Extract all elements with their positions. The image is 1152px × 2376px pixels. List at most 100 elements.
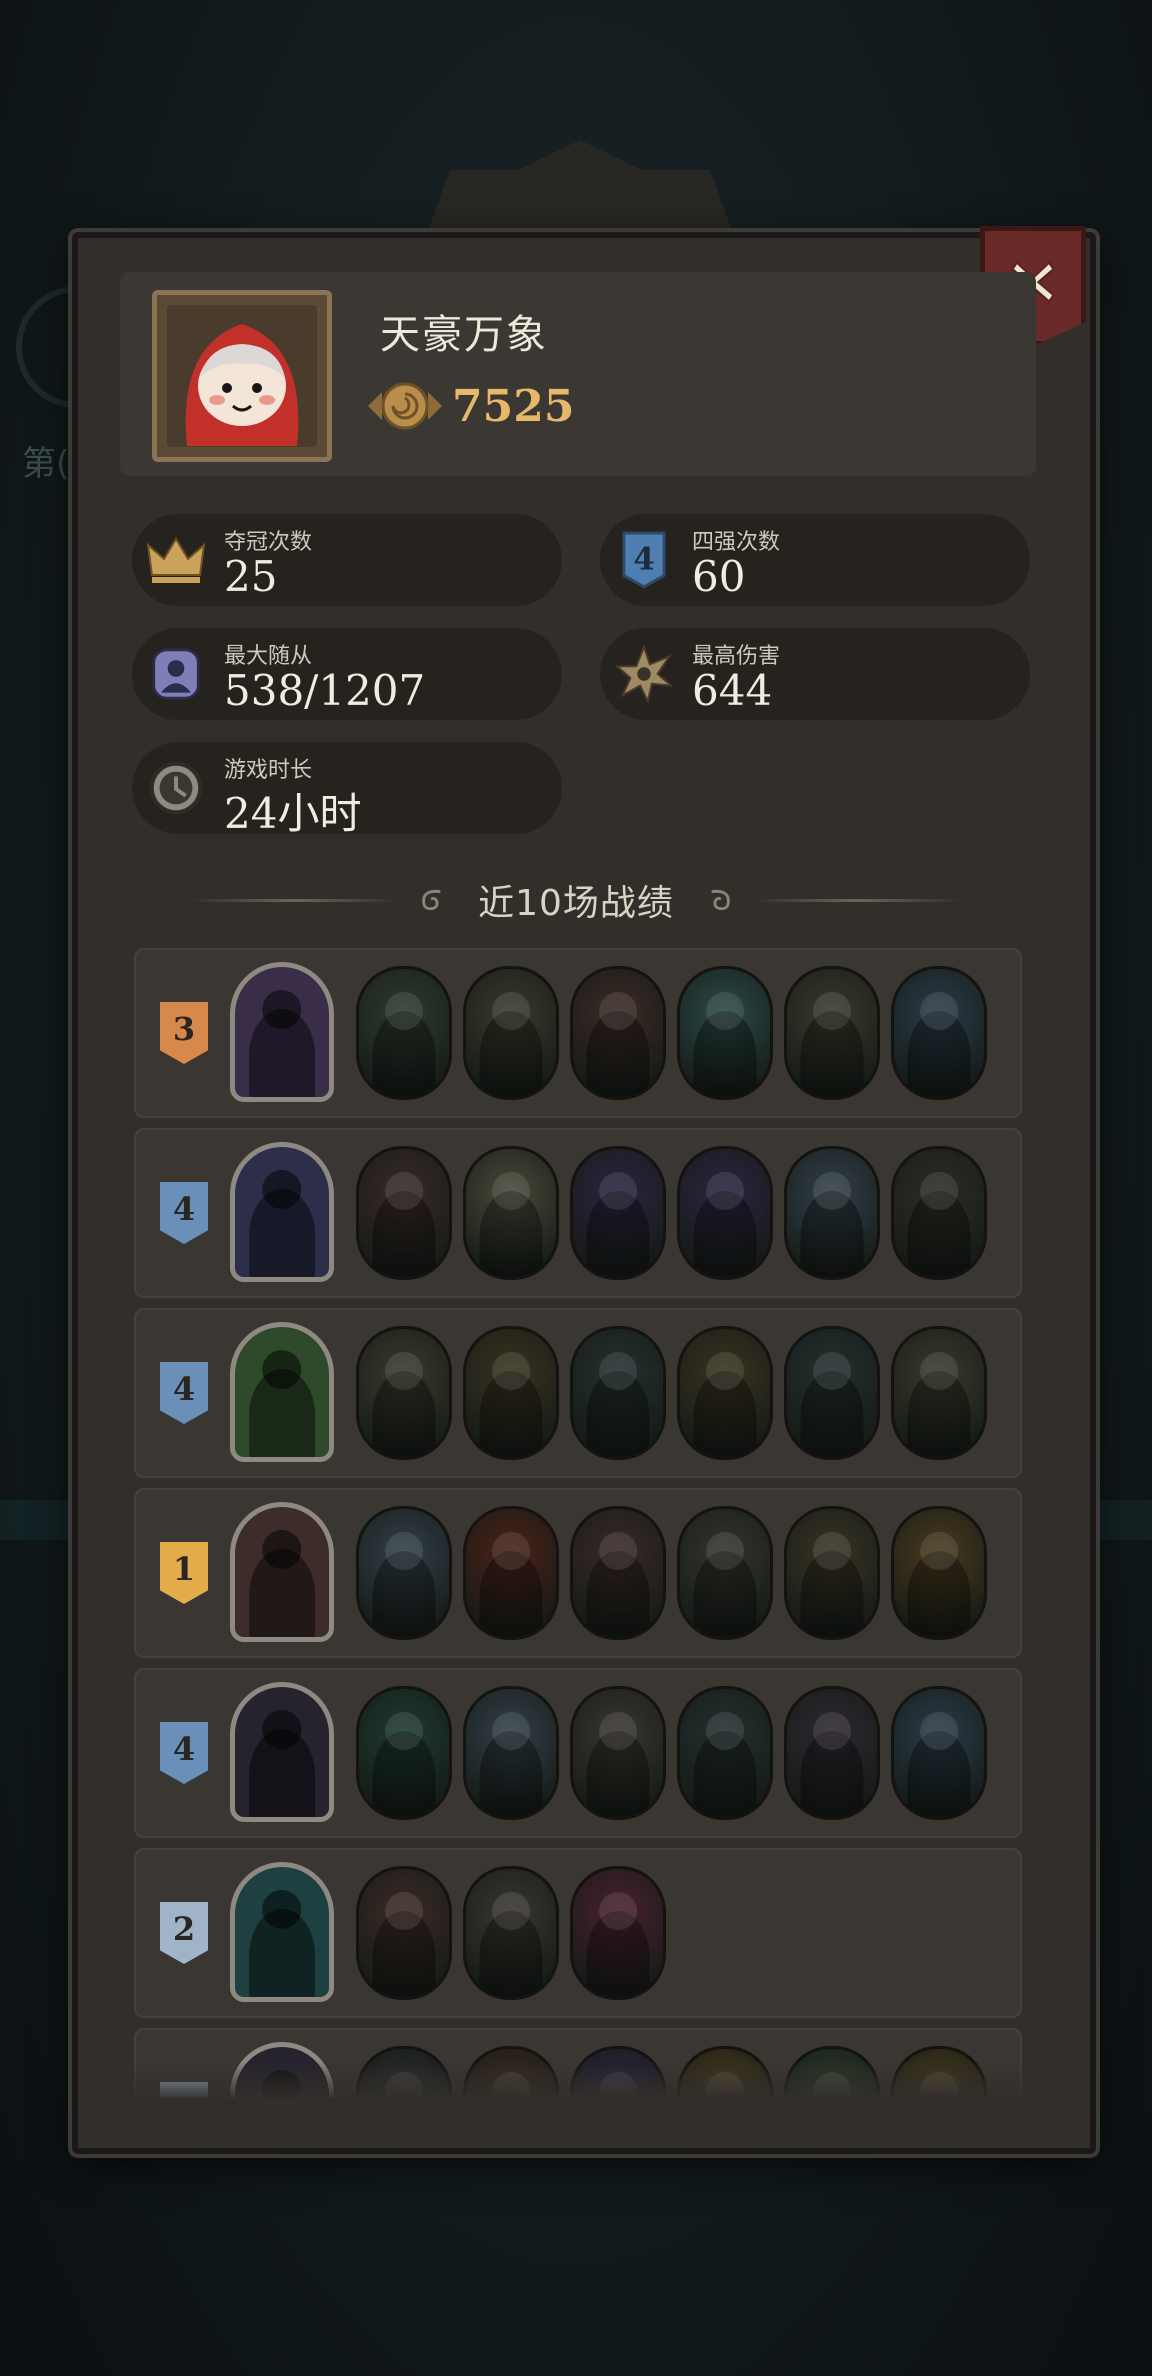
- match-row[interactable]: 1: [134, 1488, 1022, 1658]
- hero-portrait[interactable]: [230, 962, 334, 1102]
- match-row[interactable]: 2: [134, 1848, 1022, 2018]
- match-history-list[interactable]: 3 4 4 1 4 2: [134, 948, 1024, 2098]
- minion-head: [920, 1172, 958, 1211]
- background-label: 第(: [22, 444, 70, 484]
- minion-head: [920, 1352, 958, 1391]
- minion-head: [599, 1532, 637, 1571]
- section-title: 近10场战绩: [478, 883, 674, 924]
- stat-playtime: 游戏时长 24小时: [132, 742, 562, 838]
- minion-portrait-icon: [144, 642, 208, 706]
- red-hood-girl-avatar: [167, 305, 317, 447]
- coin-value: 7525: [452, 380, 575, 432]
- rank-4-badge-icon: 4: [612, 528, 676, 592]
- swirl-ornament-icon: [711, 889, 730, 911]
- minion-head: [492, 1532, 530, 1571]
- minion-card[interactable]: [570, 1506, 666, 1640]
- minion-card[interactable]: [463, 1506, 559, 1640]
- divider-line: [190, 898, 401, 902]
- minion-head: [385, 1172, 423, 1211]
- hero-portrait[interactable]: [230, 1862, 334, 2002]
- minion-card[interactable]: [570, 1146, 666, 1280]
- minion-head: [385, 1892, 423, 1931]
- minion-card[interactable]: [891, 1146, 987, 1280]
- stat-champion: 夺冠次数 25: [132, 514, 562, 606]
- minion-card[interactable]: [356, 966, 452, 1100]
- minion-card[interactable]: [356, 1146, 452, 1280]
- stat-damage: 最高伤害 644: [600, 628, 1030, 720]
- minion-card[interactable]: [784, 966, 880, 1100]
- hero-portrait[interactable]: [230, 1682, 334, 1822]
- stat-followers: 最大随从 538/1207: [132, 628, 562, 720]
- avatar[interactable]: [152, 290, 332, 462]
- damage-burst-icon: [612, 642, 676, 706]
- minion-card[interactable]: [570, 1326, 666, 1460]
- minion-head: [813, 992, 851, 1031]
- minion-card[interactable]: [784, 1146, 880, 1280]
- minion-head: [706, 1172, 744, 1211]
- minion-head: [385, 1352, 423, 1391]
- match-row[interactable]: 4: [134, 1668, 1022, 1838]
- minion-head: [385, 1712, 423, 1751]
- minion-card[interactable]: [677, 1146, 773, 1280]
- minion-head: [706, 1532, 744, 1571]
- minion-head: [813, 1532, 851, 1571]
- minion-card[interactable]: [463, 1326, 559, 1460]
- minion-card[interactable]: [677, 966, 773, 1100]
- minion-card[interactable]: [570, 1686, 666, 1820]
- minion-card[interactable]: [356, 1866, 452, 2000]
- rank-badge: 4: [160, 1362, 208, 1424]
- minion-head: [599, 1352, 637, 1391]
- minion-card[interactable]: [570, 966, 666, 1100]
- match-row[interactable]: 4: [134, 1128, 1022, 1298]
- stat-value: 25: [224, 552, 278, 601]
- minion-head: [492, 1712, 530, 1751]
- minion-card[interactable]: [356, 1686, 452, 1820]
- clock-icon: [144, 756, 208, 820]
- match-row[interactable]: 4: [134, 1308, 1022, 1478]
- minion-head: [706, 1712, 744, 1751]
- minion-card[interactable]: [356, 1506, 452, 1640]
- minion-card[interactable]: [677, 1686, 773, 1820]
- minion-head: [813, 1712, 851, 1751]
- minion-head: [920, 992, 958, 1031]
- minion-card[interactable]: [891, 1326, 987, 1460]
- minion-card[interactable]: [463, 966, 559, 1100]
- divider-line: [751, 898, 962, 902]
- minion-card[interactable]: [891, 966, 987, 1100]
- minion-head: [385, 992, 423, 1031]
- minion-card[interactable]: [570, 1866, 666, 2000]
- match-row[interactable]: 3: [134, 948, 1022, 1118]
- hero-portrait[interactable]: [230, 1142, 334, 1282]
- minion-head: [706, 992, 744, 1031]
- minion-card[interactable]: [463, 1686, 559, 1820]
- minion-head: [706, 1352, 744, 1391]
- minion-head: [599, 1892, 637, 1931]
- stat-top4: 4 四强次数 60: [600, 514, 1030, 606]
- minion-card[interactable]: [356, 1326, 452, 1460]
- stat-value: 538/1207: [224, 666, 426, 715]
- rank-badge: 2: [160, 1902, 208, 1964]
- minion-head: [920, 1532, 958, 1571]
- minion-card[interactable]: [463, 1866, 559, 2000]
- minion-card[interactable]: [784, 1506, 880, 1640]
- minion-head: [492, 1352, 530, 1391]
- minion-card[interactable]: [891, 1686, 987, 1820]
- minion-head: [492, 992, 530, 1031]
- player-name: 天豪万象: [380, 312, 548, 358]
- rank-badge: 1: [160, 1542, 208, 1604]
- svg-text:4: 4: [633, 542, 654, 578]
- stat-value: 644: [692, 666, 773, 715]
- minion-card[interactable]: [891, 1506, 987, 1640]
- minion-card[interactable]: [784, 1326, 880, 1460]
- minion-card[interactable]: [463, 1146, 559, 1280]
- minion-head: [920, 1712, 958, 1751]
- minion-card[interactable]: [784, 1686, 880, 1820]
- minion-head: [599, 1712, 637, 1751]
- rank-badge: 4: [160, 1722, 208, 1784]
- hero-portrait[interactable]: [230, 1322, 334, 1462]
- coin-balance: 7525: [366, 380, 574, 432]
- minion-card[interactable]: [677, 1326, 773, 1460]
- coin-icon: [368, 382, 442, 430]
- hero-portrait[interactable]: [230, 1502, 334, 1642]
- minion-card[interactable]: [677, 1506, 773, 1640]
